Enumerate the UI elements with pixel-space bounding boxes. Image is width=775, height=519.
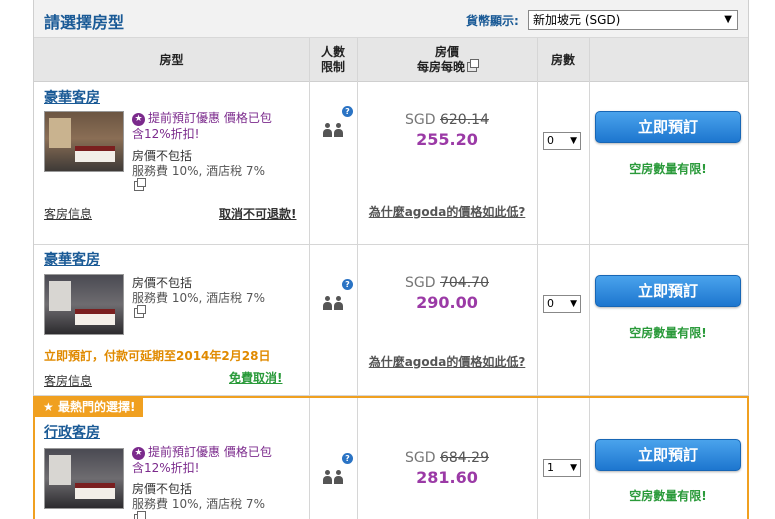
- two-persons-icon: [323, 123, 345, 137]
- original-price: SGD 684.29: [405, 450, 489, 466]
- promo-text: ★ 提前預訂優惠 價格已包含12%折扣!: [132, 445, 272, 475]
- popular-choice-box: ★ 最熱門的選擇! 行政客房 ★ 提前預訂優惠 價格已包含12%折扣! 房價不包括…: [33, 396, 749, 519]
- col-header-room-type: 房型: [159, 52, 184, 67]
- popup-window-icon[interactable]: [134, 511, 146, 519]
- room-name-link[interactable]: 豪華客房: [44, 249, 100, 269]
- header-bar: 請選擇房型 貨幣顯示: 新加坡元 (SGD) ▼: [34, 0, 748, 38]
- why-cheap-link[interactable]: 為什麼agoda的價格如此低?: [367, 204, 527, 220]
- room-row: 豪華客房 ★ 提前預訂優惠 價格已包含12%折扣! 房價不包括 服務費 10%, 酒…: [34, 82, 748, 245]
- room-info-link[interactable]: 客房信息: [44, 372, 92, 389]
- room-name-link[interactable]: 行政客房: [44, 422, 100, 442]
- room-quantity-select[interactable]: 0 ▼: [543, 132, 581, 150]
- popup-window-icon[interactable]: [134, 305, 146, 318]
- star-badge-icon: ★: [132, 447, 145, 460]
- two-persons-icon: [323, 470, 345, 484]
- room-info-link[interactable]: 客房信息: [44, 205, 92, 222]
- two-persons-icon: [323, 296, 345, 310]
- room-selection-panel: 請選擇房型 貨幣顯示: 新加坡元 (SGD) ▼ 房型 人數 限制 房價 每房每晚…: [33, 0, 749, 519]
- room-quantity-select[interactable]: 0 ▼: [543, 295, 581, 313]
- original-price: SGD 620.14: [405, 112, 489, 128]
- room-quantity-select[interactable]: 1 ▼: [543, 459, 581, 477]
- popup-window-icon[interactable]: [134, 178, 146, 191]
- dropdown-arrow-icon: ▼: [570, 299, 577, 309]
- discounted-price: 255.20: [416, 130, 478, 149]
- limited-availability-text: 空房數量有限!: [629, 162, 707, 176]
- limited-availability-text: 空房數量有限!: [629, 326, 707, 340]
- currency-label: 貨幣顯示:: [466, 14, 519, 28]
- room-row: 豪華客房 房價不包括 服務費 10%, 酒店稅 7% 立即預訂，付款可延期至201…: [34, 245, 748, 396]
- col-header-rooms: 房數: [550, 52, 575, 67]
- room-name-link[interactable]: 豪華客房: [44, 87, 100, 107]
- pay-later-notice: 立即預訂，付款可延期至2014年2月28日: [44, 349, 271, 363]
- col-header-price: 房價 每房每晚: [357, 38, 537, 82]
- discounted-price: 281.60: [416, 468, 478, 487]
- limited-availability-text: 空房數量有限!: [629, 489, 707, 503]
- tax-note: 房價不包括 服務費 10%, 酒店稅 7%: [132, 482, 302, 519]
- popup-window-icon[interactable]: [467, 59, 479, 72]
- dropdown-arrow-icon: ▼: [724, 14, 732, 25]
- tax-note: 房價不包括 服務費 10%, 酒店稅 7%: [132, 276, 302, 321]
- book-now-button[interactable]: 立即預訂: [595, 275, 741, 307]
- question-icon[interactable]: ?: [342, 279, 353, 290]
- discounted-price: 290.00: [416, 293, 478, 312]
- popular-choice-tag: ★ 最熱門的選擇!: [35, 398, 144, 417]
- column-header-row: 房型 人數 限制 房價 每房每晚 房數: [34, 38, 748, 82]
- star-badge-icon: ★: [132, 113, 145, 126]
- book-now-button[interactable]: 立即預訂: [595, 439, 741, 471]
- promo-text: ★ 提前預訂優惠 價格已包含12%折扣!: [132, 111, 272, 141]
- col-header-occupancy: 人數 限制: [320, 45, 345, 74]
- tax-note: 房價不包括 服務費 10%, 酒店稅 7%: [132, 149, 302, 194]
- why-cheap-link[interactable]: 為什麼agoda的價格如此低?: [367, 354, 527, 370]
- room-photo[interactable]: [44, 274, 124, 335]
- original-price: SGD 704.70: [405, 275, 489, 291]
- dropdown-arrow-icon: ▼: [570, 463, 577, 473]
- question-icon[interactable]: ?: [342, 106, 353, 117]
- room-photo[interactable]: [44, 111, 124, 172]
- cancellation-policy-link[interactable]: 取消不可退款!: [219, 205, 296, 222]
- free-cancellation-link[interactable]: 免費取消!: [229, 369, 282, 386]
- page-title: 請選擇房型: [44, 13, 125, 32]
- dropdown-arrow-icon: ▼: [570, 136, 577, 146]
- book-now-button[interactable]: 立即預訂: [595, 111, 741, 143]
- room-photo[interactable]: [44, 448, 124, 509]
- currency-select[interactable]: 新加坡元 (SGD) ▼: [528, 10, 738, 30]
- currency-select-value: 新加坡元 (SGD): [533, 13, 621, 27]
- question-icon[interactable]: ?: [342, 453, 353, 464]
